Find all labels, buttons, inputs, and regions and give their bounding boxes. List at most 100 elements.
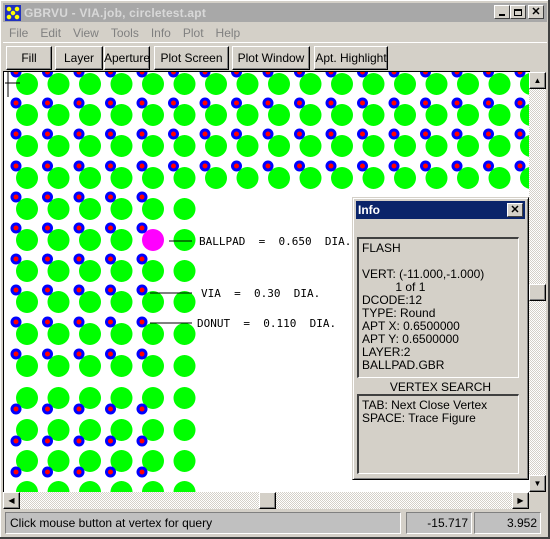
ballpad <box>173 419 196 441</box>
drill-hole <box>108 256 113 262</box>
drill-hole <box>108 351 113 357</box>
horizontal-scroll-thumb[interactable] <box>259 492 276 509</box>
drill-hole <box>454 163 460 169</box>
ballpad <box>173 198 196 220</box>
info-panel-title-bar[interactable]: Info ✕ <box>356 201 525 219</box>
drill-hole <box>45 194 50 200</box>
menu-plot[interactable]: Plot <box>177 26 210 40</box>
minimize-icon <box>499 13 505 16</box>
drill-hole <box>76 438 82 444</box>
minimize-button[interactable] <box>494 5 510 19</box>
gerber-canvas[interactable]: BALLPAD = 0.650 DIA. VIA = 0.30 DIA. DON… <box>3 71 530 494</box>
fill-button[interactable]: Fill <box>6 46 52 70</box>
drill-hole <box>139 100 145 106</box>
info-close-button[interactable]: ✕ <box>507 203 523 217</box>
close-button[interactable]: ✕ <box>528 5 544 19</box>
toolbar: Fill Layer Aperture Plot Screen Plot Win… <box>3 42 547 71</box>
drill-hole <box>297 163 302 169</box>
ballpad <box>173 355 196 377</box>
status-message: Click mouse button at vertex for query <box>5 512 401 534</box>
menu-bar: File Edit View Tools Info Plot Help <box>3 23 547 42</box>
drill-hole <box>486 100 491 106</box>
drill-hole <box>265 131 271 137</box>
menu-file[interactable]: File <box>3 26 34 40</box>
status-bar: Click mouse button at vertex for query -… <box>3 510 547 536</box>
drill-hole <box>517 131 523 137</box>
drill-hole <box>45 256 50 262</box>
drill-hole <box>76 225 82 231</box>
drill-hole <box>76 194 82 200</box>
plot-window-button[interactable]: Plot Window <box>232 46 310 70</box>
drill-hole <box>76 406 82 412</box>
drill-hole <box>423 163 428 169</box>
drill-hole <box>328 163 334 169</box>
drill-hole <box>391 131 397 137</box>
drill-hole <box>108 131 113 137</box>
title-bar[interactable]: GBRVU - VIA.job, circletest.apt ✕ <box>3 3 547 22</box>
y-coordinate: 3.952 <box>474 512 541 534</box>
menu-help[interactable]: Help <box>210 26 247 40</box>
drill-hole <box>108 194 113 200</box>
scroll-down-button[interactable]: ▼ <box>529 475 546 492</box>
gerber-app-icon <box>5 4 21 21</box>
scroll-right-button[interactable]: ▶ <box>512 492 529 509</box>
menu-edit[interactable]: Edit <box>34 26 67 40</box>
plot-screen-button[interactable]: Plot Screen <box>154 46 229 70</box>
drill-hole <box>13 319 19 325</box>
drill-hole <box>108 469 113 475</box>
drill-hole <box>391 100 397 106</box>
drill-hole <box>108 163 113 169</box>
drill-hole <box>139 319 145 325</box>
ballpad <box>173 291 196 313</box>
menu-info[interactable]: Info <box>145 26 177 40</box>
scroll-left-button[interactable]: ◀ <box>3 492 20 509</box>
drill-hole <box>13 438 19 444</box>
drill-hole <box>139 163 145 169</box>
ballpad <box>173 387 196 409</box>
info-panel[interactable]: Info ✕ FLASH VERT: (-11.000,-1.000) 1 of… <box>352 197 529 480</box>
drill-hole <box>265 100 271 106</box>
drill-hole <box>139 351 145 357</box>
main-window: GBRVU - VIA.job, circletest.apt ✕ File E… <box>0 0 550 539</box>
drill-hole <box>171 131 176 137</box>
close-icon: ✕ <box>531 5 541 18</box>
drill-hole <box>45 163 50 169</box>
drill-hole <box>45 438 50 444</box>
scroll-up-button[interactable]: ▲ <box>529 72 546 89</box>
drill-hole <box>13 256 19 262</box>
drill-hole <box>108 406 113 412</box>
drill-hole <box>297 131 302 137</box>
drill-hole <box>139 194 145 200</box>
drill-hole <box>45 351 50 357</box>
drill-hole <box>13 100 19 106</box>
horizontal-scrollbar[interactable]: ◀ ▶ <box>3 492 529 509</box>
drill-hole <box>45 406 50 412</box>
drill-hole <box>486 163 491 169</box>
drill-hole <box>45 469 50 475</box>
ballpad <box>173 450 196 472</box>
drill-hole <box>13 469 19 475</box>
drill-hole <box>139 256 145 262</box>
drill-hole <box>328 100 334 106</box>
layer-button[interactable]: Layer <box>55 46 103 70</box>
vertical-scroll-thumb[interactable] <box>529 284 546 301</box>
maximize-button[interactable] <box>510 5 526 19</box>
drill-hole <box>45 319 50 325</box>
menu-tools[interactable]: Tools <box>105 26 145 40</box>
drill-hole <box>108 100 113 106</box>
aperture-button[interactable]: Aperture <box>104 46 150 70</box>
drill-hole <box>76 100 82 106</box>
drill-hole <box>202 100 208 106</box>
drill-hole <box>139 438 145 444</box>
drill-hole <box>202 131 208 137</box>
drill-hole <box>454 100 460 106</box>
info-line: BALLPAD.GBR <box>362 358 445 372</box>
vertical-scrollbar[interactable]: ▲ ▼ <box>529 72 546 492</box>
drill-hole <box>13 406 19 412</box>
menu-view[interactable]: View <box>67 26 105 40</box>
vertex-search-line: SPACE: Trace Figure <box>362 411 476 425</box>
info-line: FLASH <box>362 241 401 255</box>
drill-hole <box>76 287 82 293</box>
drill-hole <box>108 319 113 325</box>
apt-highlight-button[interactable]: Apt. Highlight <box>314 46 388 70</box>
